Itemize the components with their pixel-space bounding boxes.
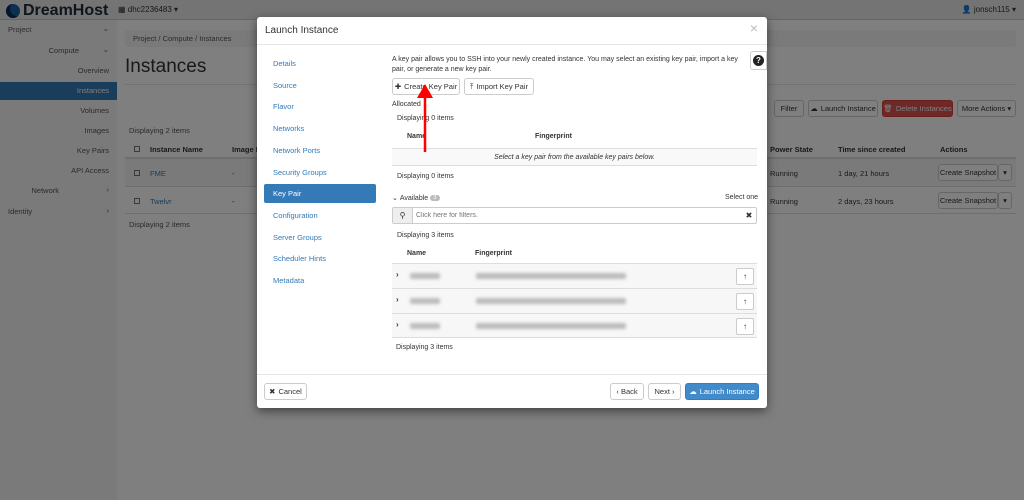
available-col-fingerprint: Fingerprint: [475, 250, 512, 257]
key-pair-row: › ↑: [392, 313, 757, 338]
wizard-step-network-ports[interactable]: Network Ports: [264, 141, 376, 160]
available-label: Available: [399, 194, 429, 202]
back-button[interactable]: ‹ Back: [610, 383, 644, 400]
available-count-bottom: Displaying 3 items: [396, 344, 453, 351]
filter-input-group: ⚲ ✖: [392, 207, 757, 224]
modal-title: Launch Instance: [265, 25, 339, 36]
launch-label: Launch Instance: [699, 387, 755, 396]
wizard-step-scheduler-hints[interactable]: Scheduler Hints: [264, 249, 376, 268]
available-col-name: Name: [407, 250, 427, 257]
filter-input[interactable]: [413, 208, 742, 223]
close-icon: ✖: [269, 387, 276, 396]
key-name-blurred: [410, 323, 440, 329]
chevron-down-icon: ⌄: [392, 195, 398, 202]
modal-header: Launch Instance ×: [257, 17, 767, 45]
cancel-button[interactable]: ✖ Cancel: [264, 383, 307, 400]
allocated-col-fingerprint: Fingerprint: [535, 133, 572, 140]
wizard-step-configuration[interactable]: Configuration: [264, 206, 376, 225]
wizard-step-flavor[interactable]: Flavor: [264, 97, 376, 116]
key-name-blurred: [410, 298, 440, 304]
wizard-step-metadata[interactable]: Metadata: [264, 271, 376, 290]
wizard-step-security-groups[interactable]: Security Groups: [264, 163, 376, 182]
chevron-right-icon[interactable]: ›: [396, 270, 399, 279]
next-button[interactable]: Next ›: [648, 383, 681, 400]
wizard-step-details[interactable]: Details: [264, 54, 376, 73]
clear-filter-icon[interactable]: ✖: [742, 208, 756, 223]
help-icon[interactable]: ?: [750, 51, 767, 70]
launch-instance-submit-button[interactable]: ☁ Launch Instance: [685, 383, 759, 400]
cancel-label: Cancel: [278, 387, 302, 396]
search-icon: ⚲: [393, 208, 413, 223]
allocate-arrow-up-icon[interactable]: ↑: [736, 293, 754, 310]
annotation-arrow: [417, 84, 433, 152]
key-pair-row: › ↑: [392, 263, 757, 288]
fingerprint-blurred: [476, 273, 626, 279]
key-pair-description: A key pair allows you to SSH into your n…: [392, 56, 738, 73]
allocated-count-bottom: Displaying 0 items: [397, 173, 454, 180]
plus-icon: ✚: [394, 82, 402, 91]
available-count: Displaying 3 items: [397, 232, 454, 239]
question-icon: ?: [753, 55, 764, 66]
wizard-step-networks[interactable]: Networks: [264, 119, 376, 138]
allocate-arrow-up-icon[interactable]: ↑: [736, 318, 754, 335]
allocated-empty-message: Select a key pair from the available key…: [392, 148, 757, 166]
select-one-label: Select one: [725, 194, 759, 201]
chevron-right-icon[interactable]: ›: [396, 295, 399, 304]
key-pair-row: › ↑: [392, 288, 757, 313]
fingerprint-blurred: [476, 298, 626, 304]
close-icon[interactable]: ×: [750, 20, 758, 36]
launch-instance-modal: Launch Instance × Details Source Flavor Net…: [257, 17, 767, 408]
arrow-head: [417, 84, 433, 98]
upload-icon: ⤒: [469, 81, 474, 91]
key-name-blurred: [410, 273, 440, 279]
fingerprint-blurred: [476, 323, 626, 329]
import-key-pair-button[interactable]: ⤒ Import Key Pair: [464, 78, 534, 95]
allocate-arrow-up-icon[interactable]: ↑: [736, 268, 754, 285]
cloud-upload-icon: ☁: [689, 387, 697, 396]
available-badge: 3: [430, 195, 440, 201]
footer-divider: [257, 374, 767, 375]
wizard-step-source[interactable]: Source: [264, 76, 376, 95]
chevron-right-icon[interactable]: ›: [396, 320, 399, 329]
import-label: Import Key Pair: [476, 82, 528, 91]
wizard-step-server-groups[interactable]: Server Groups: [264, 228, 376, 247]
available-toggle[interactable]: ⌄ Available 3: [392, 194, 440, 202]
wizard-step-key-pair[interactable]: Key Pair: [264, 184, 376, 204]
